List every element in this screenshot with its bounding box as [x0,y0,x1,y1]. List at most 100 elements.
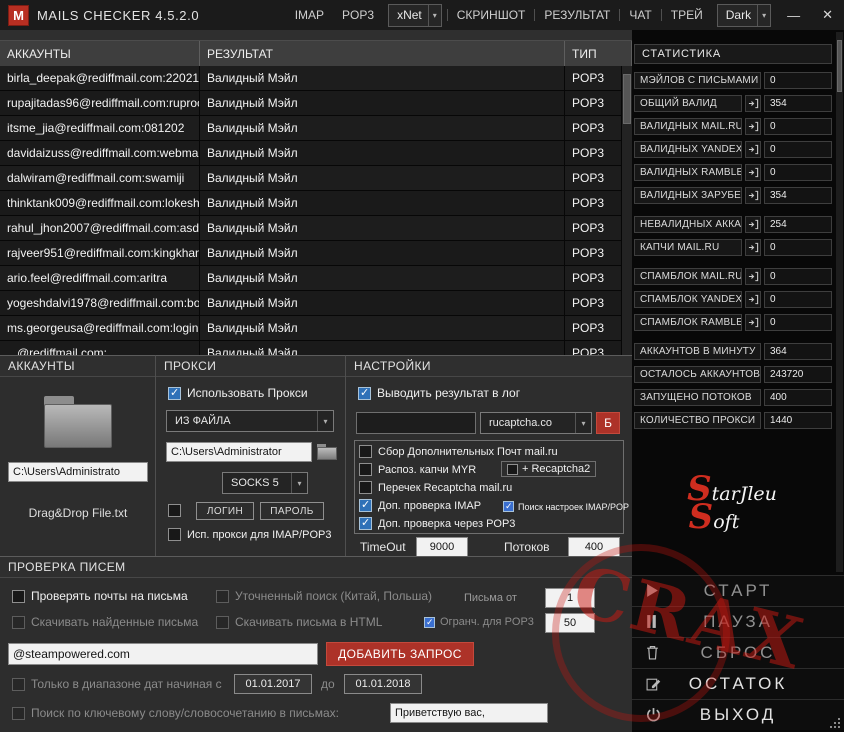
download-found-checkbox[interactable] [12,615,25,629]
sign-in-icon[interactable] [745,268,761,285]
sign-in-icon[interactable] [745,187,761,204]
remainder-button[interactable]: ОСТАТОК [632,668,844,699]
proxy-password-button[interactable]: ПАРОЛЬ [260,502,324,520]
table-row[interactable]: dalwiram@rediffmail.com:swamiji Валидный … [0,166,622,191]
collect-extra-mails-checkbox[interactable] [359,445,372,458]
chevron-down-icon[interactable]: ▾ [291,473,307,493]
table-row[interactable]: rupajitadas96@rediffmail.com:ruproc Валид… [0,91,622,116]
table-body[interactable]: birla_deepak@rediffmail.com:220219 Валидн… [0,66,622,355]
menu-pop3[interactable]: POP3 [333,0,383,30]
column-header-type[interactable]: ТИП [565,41,632,66]
date-to-input[interactable]: 01.01.2018 [344,674,422,694]
balance-button[interactable]: Б [596,412,620,434]
table-cell: Валидный Мэйл [200,241,565,266]
table-cell: thinktank009@rediffmail.com:lokesh [0,191,200,216]
table-row[interactable]: ms.georgeusa@rediffmail.com:login` Валидн… [0,316,622,341]
captcha-myr-checkbox[interactable] [359,463,372,476]
keyword-search-checkbox[interactable] [12,706,25,720]
close-button[interactable]: ✕ [811,7,844,23]
recheck-recaptcha-checkbox[interactable] [359,481,372,494]
sign-in-icon[interactable] [745,291,761,308]
search-query-input[interactable] [8,643,318,665]
proxy-type-dropdown[interactable]: SOCKS 5 ▾ [222,472,308,494]
column-header-result[interactable]: РЕЗУЛЬТАТ [200,41,565,66]
use-proxy-for-protocols-checkbox[interactable] [168,528,181,541]
table-cell: yogeshdalvi1978@rediffmail.com:bo [0,291,200,316]
threads-input[interactable] [568,537,620,557]
scrollbar-thumb[interactable] [837,40,842,92]
imap-settings-search-checkbox[interactable] [503,501,514,512]
download-html-checkbox[interactable] [216,615,229,629]
table-row[interactable]: yogeshdalvi1978@rediffmail.com:bo Валидны… [0,291,622,316]
imap-check-checkbox[interactable] [359,499,372,512]
add-query-button[interactable]: ДОБАВИТЬ ЗАПРОС [326,642,474,666]
use-proxy-checkbox[interactable] [168,386,181,400]
reset-button[interactable]: СБРОС [632,637,844,668]
use-proxy-label: Использовать Прокси [187,386,308,400]
sign-in-icon[interactable] [745,95,761,112]
sign-in-icon[interactable] [745,141,761,158]
minimize-button[interactable]: — [776,8,811,23]
check-letters-checkbox[interactable] [12,589,25,603]
refined-search-checkbox[interactable] [216,589,229,603]
sign-in-icon[interactable] [745,216,761,233]
log-output-checkbox[interactable] [358,386,371,400]
theme-dropdown[interactable]: Dark ▾ [716,3,772,27]
table-cell: dalwiram@rediffmail.com:swamiji [0,166,200,191]
table-row[interactable]: ...@rediffmail.com:... Валидный Мэйл POP3 [0,341,622,355]
chevron-down-icon[interactable]: ▾ [575,413,591,433]
menu-screenshot[interactable]: СКРИНШОТ [448,0,535,30]
table-row[interactable]: rahul_jhon2007@rediffmail.com:asdf Валидн… [0,216,622,241]
table-row[interactable]: birla_deepak@rediffmail.com:220219 Валидн… [0,66,622,91]
sign-in-icon[interactable] [745,239,761,256]
pop3-check-checkbox[interactable] [359,517,372,530]
pop3-limit-input[interactable] [545,613,595,633]
table-row[interactable]: davidaizuss@rediffmail.com:webmar Валидны… [0,141,622,166]
sign-in-icon[interactable] [745,164,761,181]
browse-folder-icon[interactable] [317,444,337,460]
captcha-key-input[interactable] [356,412,476,434]
sign-in-icon[interactable] [745,314,761,331]
stats-scrollbar[interactable] [836,32,843,572]
chevron-down-icon[interactable]: ▾ [427,4,441,26]
stat-label: ОСТАЛОСЬ АККАУНТОВ [634,366,761,383]
menu-xnet-dropdown[interactable]: xNet ▾ [388,3,442,27]
pause-button[interactable]: ПАУЗА [632,606,844,637]
save-remainder-icon [646,678,661,691]
letters-from-input[interactable] [545,588,595,608]
pop3-limit-checkbox[interactable] [424,616,435,628]
captcha-service-dropdown[interactable]: rucaptcha.co ▾ [480,412,592,434]
table-row[interactable]: ario.feel@rediffmail.com:aritra Валидный … [0,266,622,291]
timeout-input[interactable] [416,537,468,557]
table-row[interactable]: itsme_jia@rediffmail.com:081202 Валидный … [0,116,622,141]
table-row[interactable]: rajveer951@rediffmail.com:kingkhan Валидн… [0,241,622,266]
table-row[interactable]: thinktank009@rediffmail.com:lokesh Валидн… [0,191,622,216]
stat-value: 0 [764,72,832,89]
menu-imap[interactable]: IMAP [286,0,333,30]
menu-result[interactable]: РЕЗУЛЬТАТ [535,0,619,30]
proxy-source-dropdown[interactable]: ИЗ ФАЙЛА ▾ [166,410,334,432]
stat-value: 1440 [764,412,832,429]
scrollbar-thumb[interactable] [623,74,631,124]
table-scrollbar[interactable] [622,66,632,355]
menu-tray[interactable]: ТРЕЙ [662,0,712,30]
date-from-input[interactable]: 01.01.2017 [234,674,312,694]
proxy-login-button[interactable]: ЛОГИН [196,502,254,520]
proxy-auth-checkbox[interactable] [168,504,181,517]
chevron-down-icon[interactable]: ▾ [317,411,333,431]
recaptcha2-checkbox[interactable] [507,463,518,475]
chevron-down-icon[interactable]: ▾ [757,4,770,26]
keyword-input[interactable] [390,703,548,723]
start-button[interactable]: СТАРТ [632,575,844,606]
column-header-accounts[interactable]: АККАУНТЫ [0,41,200,66]
proxy-path-input[interactable] [166,442,312,462]
date-range-checkbox[interactable] [12,677,25,691]
folder-icon[interactable] [44,396,112,448]
sign-in-icon[interactable] [745,118,761,135]
resize-grip[interactable] [827,715,841,729]
app-title: MAILS CHECKER 4.5.2.0 [37,7,200,23]
menu-chat[interactable]: ЧАТ [620,0,660,30]
table-cell: ...@rediffmail.com:... [0,341,200,355]
exit-button[interactable]: ВЫХОД [632,699,844,730]
accounts-path-input[interactable] [8,462,148,482]
